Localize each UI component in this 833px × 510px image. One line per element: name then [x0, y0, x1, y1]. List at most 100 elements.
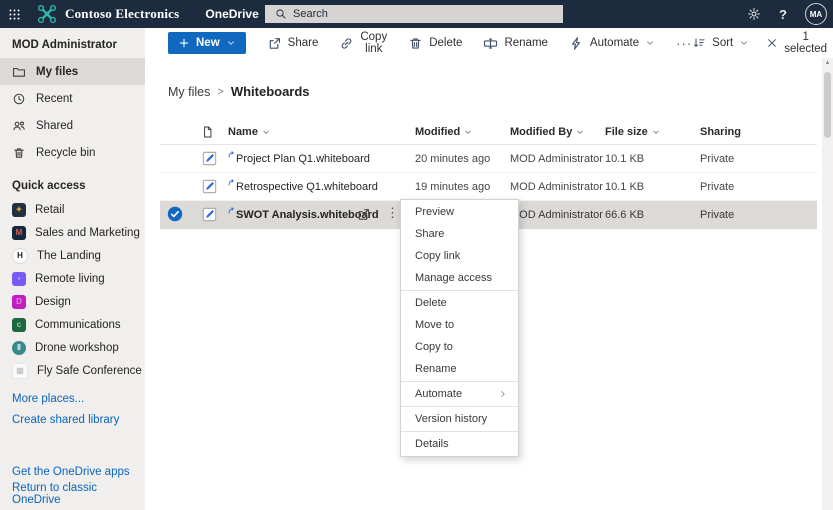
column-header-modified-by[interactable]: Modified By — [510, 126, 584, 138]
menu-item-delete[interactable]: Delete — [401, 292, 518, 314]
context-menu: Preview Share Copy link Manage access Delete… — [400, 199, 519, 457]
settings-gear-icon[interactable] — [747, 7, 761, 21]
command-bar-right: Sort 1 selected — [692, 31, 833, 55]
quick-access-retail[interactable]: ✦ Retail — [0, 198, 145, 221]
file-name[interactable]: Project Plan Q1.whiteboard — [228, 150, 370, 165]
dismiss-selection-icon — [766, 37, 778, 49]
automate-icon — [569, 36, 584, 51]
selection-count-button[interactable]: 1 selected — [766, 31, 827, 55]
column-header-name[interactable]: Name — [228, 126, 270, 138]
menu-item-share[interactable]: Share — [401, 223, 518, 245]
search-input[interactable] — [293, 8, 563, 20]
app-launcher-icon[interactable] — [0, 0, 28, 28]
quick-access-title: Quick access — [12, 180, 86, 192]
file-name[interactable]: Retrospective Q1.whiteboard — [228, 178, 378, 193]
share-button[interactable]: Share — [267, 36, 318, 51]
search-icon — [275, 8, 287, 20]
command-bar: New Share Copy link Delete Rename Automate ··… — [145, 28, 833, 58]
select-all-document-icon[interactable] — [201, 125, 214, 138]
shortcut-icon — [228, 150, 235, 158]
file-row-retrospective-q1-whiteboard[interactable]: Retrospective Q1.whiteboard 19 minutes ag… — [160, 173, 817, 201]
link-get-the-onedrive-apps[interactable]: Get the OneDrive apps — [0, 461, 145, 483]
chevron-down-icon — [464, 128, 472, 136]
chevron-down-icon — [226, 38, 236, 48]
remote-living-site-icon: ▪ — [12, 271, 26, 286]
folder-icon — [12, 65, 26, 79]
scroll-up-arrow-icon[interactable]: ▲ — [822, 60, 833, 66]
drone-workshop-site-icon: ‖ — [12, 340, 26, 355]
selected-check-icon[interactable] — [167, 206, 183, 222]
rename-button[interactable]: Rename — [483, 36, 548, 51]
menu-item-copy-to[interactable]: Copy to — [401, 336, 518, 358]
delete-button[interactable]: Delete — [408, 36, 462, 51]
column-header-sharing[interactable]: Sharing — [700, 126, 741, 138]
vertical-scrollbar[interactable]: ▲ — [822, 58, 833, 510]
communications-site-icon: c — [12, 317, 26, 332]
scrollbar-thumb[interactable] — [824, 72, 831, 138]
plus-icon — [178, 37, 190, 49]
row-more-actions-icon[interactable]: ⋮ — [386, 205, 399, 221]
sidebar-item-recent[interactable]: Recent — [0, 85, 145, 112]
menu-item-move-to[interactable]: Move to — [401, 314, 518, 336]
menu-item-automate[interactable]: Automate — [401, 383, 518, 405]
copy-link-button[interactable]: Copy link — [339, 31, 387, 55]
column-header-file-size[interactable]: File size — [605, 126, 660, 138]
chevron-down-icon — [652, 128, 660, 136]
file-row-project-plan-q1-whiteboard[interactable]: Project Plan Q1.whiteboard 20 minutes ago… — [160, 145, 817, 173]
menu-item-details[interactable]: Details — [401, 433, 518, 455]
sharing-cell: Private — [700, 208, 735, 221]
row-share-icon[interactable] — [356, 207, 371, 222]
fly-safe-conference-site-icon: ▦ — [12, 362, 28, 379]
sort-button[interactable]: Sort — [692, 36, 749, 50]
menu-divider — [401, 431, 518, 432]
menu-item-copy-link[interactable]: Copy link — [401, 245, 518, 267]
breadcrumb-parent[interactable]: My files — [168, 85, 210, 99]
menu-divider — [401, 290, 518, 291]
table-header: Name Modified Modified By File size Sharing — [160, 119, 817, 145]
people-icon — [12, 119, 26, 133]
design-site-icon: D — [12, 294, 26, 309]
sidebar-item-shared[interactable]: Shared — [0, 112, 145, 139]
brand-name: Contoso Electronics — [65, 6, 180, 21]
trash-icon — [408, 36, 423, 51]
breadcrumb: My files > Whiteboards — [168, 84, 833, 99]
sidebar-footer-links: Get the OneDrive apps Return to classic O… — [0, 461, 145, 506]
whiteboard-file-icon — [202, 207, 217, 222]
menu-item-preview[interactable]: Preview — [401, 201, 518, 223]
link-more-places[interactable]: More places... — [0, 388, 145, 409]
chevron-down-icon — [645, 38, 655, 48]
sidebar-nav: My files Recent Shared Recycle bin — [0, 58, 145, 166]
quick-access-fly-safe-conference[interactable]: ▦ Fly Safe Conference — [0, 359, 145, 382]
sidebar-item-my-files[interactable]: My files — [0, 58, 145, 85]
modified-by-cell: MOD Administrator — [510, 152, 603, 165]
quick-access-remote-living[interactable]: ▪ Remote living — [0, 267, 145, 290]
more-commands-button[interactable]: ··· — [676, 36, 692, 51]
menu-item-rename[interactable]: Rename — [401, 358, 518, 380]
search-box[interactable] — [265, 5, 563, 23]
sales-and-marketing-site-icon: M — [12, 225, 26, 240]
column-header-modified[interactable]: Modified — [415, 126, 472, 138]
quick-access-the-landing[interactable]: H The Landing — [0, 244, 145, 267]
command-bar-left: New Share Copy link Delete Rename Automate ··… — [145, 31, 692, 55]
file-size-cell: 66.6 KB — [605, 208, 645, 221]
menu-item-version-history[interactable]: Version history — [401, 408, 518, 430]
account-avatar[interactable]: MA — [805, 3, 827, 25]
help-icon[interactable]: ? — [779, 7, 787, 22]
link-return-to-classic-onedrive[interactable]: Return to classic OneDrive — [0, 482, 145, 506]
sidebar-item-recycle-bin[interactable]: Recycle bin — [0, 139, 145, 166]
link-icon — [339, 36, 354, 51]
sidebar: MOD Administrator My files Recent Shared Re… — [0, 28, 145, 510]
menu-item-manage-access[interactable]: Manage access — [401, 267, 518, 289]
shortcut-icon — [228, 206, 235, 214]
automate-button[interactable]: Automate — [569, 36, 655, 51]
quick-access-drone-workshop[interactable]: ‖ Drone workshop — [0, 336, 145, 359]
quick-access-sales-and-marketing[interactable]: M Sales and Marketing — [0, 221, 145, 244]
link-create-shared-library[interactable]: Create shared library — [0, 409, 145, 430]
breadcrumb-current: Whiteboards — [230, 84, 310, 99]
new-button[interactable]: New — [168, 32, 246, 54]
quick-access-design[interactable]: D Design — [0, 290, 145, 313]
chevron-down-icon — [262, 128, 270, 136]
file-size-cell: 10.1 KB — [605, 152, 645, 165]
contoso-logo-icon — [36, 3, 58, 25]
quick-access-communications[interactable]: c Communications — [0, 313, 145, 336]
